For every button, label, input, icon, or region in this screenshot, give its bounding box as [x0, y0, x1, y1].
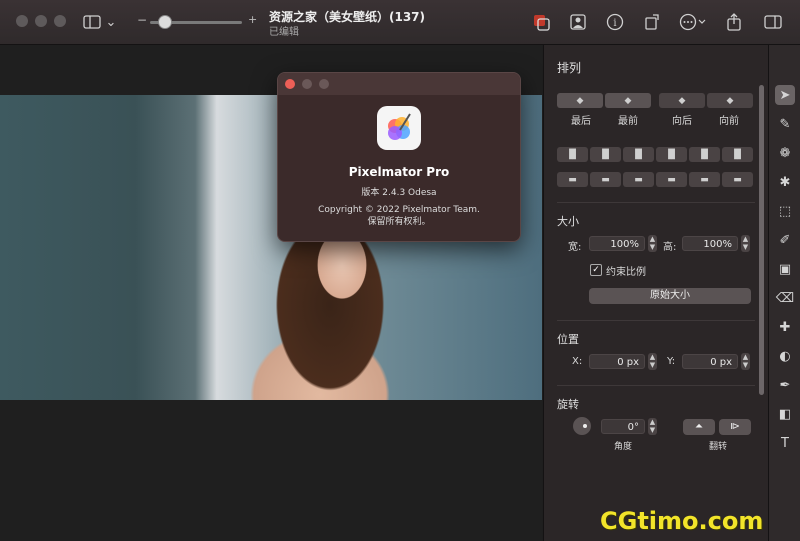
distribute-center-icon[interactable]: ▐▌	[689, 147, 720, 162]
align-middle-icon[interactable]: ▬	[590, 172, 621, 187]
pixelmator-app-icon	[377, 106, 421, 150]
original-size-button[interactable]: 原始大小	[589, 288, 751, 304]
angle-field[interactable]: 0°	[601, 419, 645, 434]
minimize-window-button[interactable]	[35, 15, 47, 27]
effects-star-icon[interactable]: ✱	[775, 172, 795, 192]
align-bottom-icon[interactable]: ▬	[623, 172, 654, 187]
send-to-back-button[interactable]: ◆	[557, 93, 603, 108]
about-app-name: Pixelmator Pro	[348, 165, 450, 179]
info-icon[interactable]: i	[604, 12, 626, 32]
chevron-down-icon[interactable]: ⌄	[104, 12, 118, 32]
tools-sidebar: ➤ ✎ ❁ ✱ ⬚ ✐ ▣ ⌫ ✚ ◐ ✒ ◧ T	[768, 45, 800, 541]
sidebar-toggle-icon[interactable]	[81, 12, 103, 32]
y-position-field[interactable]: 0 px	[682, 354, 738, 369]
send-backward-button[interactable]: ◆	[659, 93, 705, 108]
width-stepper[interactable]: ▲ ▼	[648, 235, 657, 252]
align-left-icon[interactable]: ▐▌	[557, 147, 588, 162]
color-adjust-icon[interactable]: ❁	[775, 143, 795, 163]
y-stepper[interactable]: ▲ ▼	[741, 353, 750, 370]
inspector-toggle-icon[interactable]	[762, 12, 784, 32]
inspector-panel: 排列 ◆ ◆ ◆ ◆ 最后 最前 向后 向前 ▐▌ ▐▌ ▐▌ ▐▌ ▐▌ ▐▌…	[543, 45, 768, 541]
crop-rotate-icon[interactable]	[641, 12, 663, 32]
flip-label: 翻转	[709, 442, 728, 452]
close-window-button[interactable]	[16, 15, 28, 27]
selection-icon[interactable]: ⬚	[775, 201, 795, 221]
about-version: 版本 2.4.3 Odesa	[361, 188, 437, 198]
y-label: Y:	[667, 356, 676, 367]
x-position-field[interactable]: 0 px	[589, 354, 645, 369]
rotate-title: 旋转	[557, 398, 579, 411]
distribute-middle-icon[interactable]: ▬	[689, 172, 720, 187]
angle-label: 角度	[614, 442, 633, 452]
align-top-icon[interactable]: ▬	[557, 172, 588, 187]
pen-icon[interactable]: ✒	[775, 375, 795, 395]
zoom-out-label[interactable]: −	[137, 13, 147, 27]
rotation-dial-indicator	[583, 424, 587, 428]
about-close-button[interactable]	[285, 79, 295, 89]
flip-horizontal-button[interactable]: ⏶	[683, 419, 715, 435]
color-swap-icon[interactable]	[530, 12, 552, 32]
order-label-front: 最前	[618, 116, 638, 127]
share-icon[interactable]	[723, 12, 745, 32]
distribute-top-icon[interactable]: ▬	[656, 172, 687, 187]
constrain-label: 约束比例	[606, 267, 646, 278]
order-label-backward: 向后	[672, 116, 692, 127]
width-field[interactable]: 100%	[589, 236, 645, 251]
photo-browser-icon[interactable]	[567, 12, 589, 32]
more-options-icon[interactable]	[678, 12, 708, 32]
height-stepper[interactable]: ▲ ▼	[741, 235, 750, 252]
retouch-icon[interactable]: ◐	[775, 346, 795, 366]
about-dialog: Pixelmator Pro 版本 2.4.3 Odesa Copyright …	[277, 72, 521, 242]
watermark-text: CGtimo.com	[600, 507, 764, 535]
width-label: 宽:	[568, 242, 582, 253]
about-minimize-button	[302, 79, 312, 89]
distribute-right-icon[interactable]: ▐▌	[722, 147, 753, 162]
height-label: 高:	[663, 242, 677, 253]
title-bar: ⌄ − + 资源之家（美女壁纸）(137) 已编辑 i	[0, 0, 800, 45]
zoom-in-label[interactable]: +	[248, 13, 257, 26]
rotation-dial[interactable]	[573, 417, 591, 435]
brush-icon[interactable]: ✐	[775, 230, 795, 250]
x-stepper[interactable]: ▲ ▼	[648, 353, 657, 370]
x-label: X:	[572, 356, 583, 367]
rights-line: 保留所有权利。	[367, 217, 431, 227]
copyright-line: Copyright © 2022 Pixelmator Team.	[318, 205, 480, 215]
size-title: 大小	[557, 215, 579, 228]
about-dialog-titlebar	[278, 73, 520, 95]
inspector-scrollbar[interactable]	[759, 85, 764, 395]
section-divider	[557, 320, 755, 321]
about-zoom-button	[319, 79, 329, 89]
arrange-title: 排列	[557, 61, 582, 75]
position-title: 位置	[557, 333, 579, 346]
svg-text:i: i	[613, 18, 616, 29]
type-icon[interactable]: T	[775, 433, 795, 453]
section-divider	[557, 385, 755, 386]
distribute-bottom-icon[interactable]: ▬	[722, 172, 753, 187]
fill-icon[interactable]: ▣	[775, 259, 795, 279]
bring-to-front-button[interactable]: ◆	[605, 93, 651, 108]
section-divider	[557, 202, 755, 203]
eraser-icon[interactable]: ⌫	[775, 288, 795, 308]
zoom-slider-knob[interactable]	[158, 15, 172, 29]
zoom-window-button[interactable]	[54, 15, 66, 27]
document-status: 已编辑	[269, 27, 299, 38]
angle-stepper[interactable]: ▲ ▼	[648, 418, 657, 435]
constrain-checkbox[interactable]: ✓	[590, 264, 602, 276]
align-right-icon[interactable]: ▐▌	[623, 147, 654, 162]
paint-bucket-icon[interactable]: ✎	[775, 114, 795, 134]
distribute-left-icon[interactable]: ▐▌	[656, 147, 687, 162]
align-center-h-icon[interactable]: ▐▌	[590, 147, 621, 162]
bring-forward-button[interactable]: ◆	[707, 93, 753, 108]
order-label-forward: 向前	[719, 116, 739, 127]
height-field[interactable]: 100%	[682, 236, 738, 251]
order-label-back: 最后	[571, 116, 591, 127]
shape-icon[interactable]: ◧	[775, 404, 795, 424]
repair-icon[interactable]: ✚	[775, 317, 795, 337]
arrange-tool-icon[interactable]: ➤	[775, 85, 795, 105]
about-copyright: Copyright © 2022 Pixelmator Team. 保留所有权利…	[278, 204, 520, 228]
flip-vertical-button[interactable]: ⧐	[719, 419, 751, 435]
